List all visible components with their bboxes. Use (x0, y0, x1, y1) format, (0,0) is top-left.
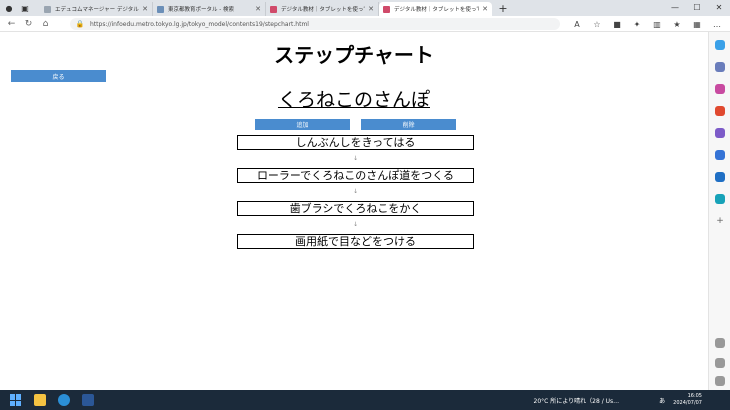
clock-time: 16:05 (687, 393, 702, 399)
clock-date: 2024/07/07 (673, 400, 702, 406)
close-tab-icon[interactable]: ✕ (255, 5, 261, 13)
tab-title: エデュコムマネージャー デジタル… (55, 7, 140, 13)
add-button[interactable]: 追加 (255, 119, 350, 130)
search-icon[interactable] (715, 62, 725, 72)
close-tab-icon[interactable]: ✕ (368, 5, 374, 13)
split-screen-icon[interactable]: ▥ (652, 18, 662, 30)
window-controls: — ☐ ✕ (664, 0, 730, 16)
browser-tab-active[interactable]: デジタル教材｜タブレットを使って… ✕ (379, 2, 492, 16)
shopping-icon[interactable] (715, 84, 725, 94)
drop-icon[interactable] (715, 194, 725, 204)
minimize-button[interactable]: — (664, 0, 686, 16)
browser-tab[interactable]: エデュコムマネージャー デジタル… ✕ (40, 2, 153, 16)
sidebar-panel-icon[interactable] (715, 338, 725, 348)
read-aloud-icon[interactable]: A (572, 18, 582, 30)
clock[interactable]: 16:05 2024/07/07 (673, 393, 702, 407)
url-text: https://infoedu.metro.tokyo.lg.jp/tokyo_… (90, 20, 309, 28)
file-explorer-icon[interactable] (34, 394, 46, 406)
system-tray: 20°C 所により晴れ（28 / Us… あ 16:05 2024/07/07 (534, 390, 730, 410)
step-arrow-icon: ↓ (352, 188, 359, 195)
edge-taskbar-icon[interactable] (58, 394, 70, 406)
settings-gear-icon[interactable] (715, 376, 725, 386)
tab-favicon-icon (157, 5, 164, 13)
customize-icon[interactable] (715, 358, 725, 368)
ime-indicator[interactable]: あ (659, 396, 665, 405)
browser-tab[interactable]: デジタル教材｜タブレットを使って… ✕ (266, 2, 379, 16)
tab-strip-left: ● ▣ (0, 3, 40, 13)
favorite-star-icon[interactable]: ☆ (592, 18, 602, 30)
word-icon[interactable] (82, 394, 94, 406)
step-box[interactable]: 歯ブラシでくろねこをかく (237, 201, 474, 216)
address-bar: ← ↻ ⌂ 🔒 https://infoedu.metro.tokyo.lg.j… (0, 16, 730, 32)
outlook-icon[interactable] (715, 172, 725, 182)
step-chart: しんぶんしをきってはる ↓ ローラーでくろねこのさんぽ道をつくる ↓ 歯ブラシで… (237, 135, 474, 249)
step-arrow-icon: ↓ (352, 221, 359, 228)
workspaces-icon[interactable]: ▣ (20, 3, 30, 13)
step-box[interactable]: ローラーでくろねこのさんぽ道をつくる (237, 168, 474, 183)
back-icon[interactable]: ← (6, 18, 17, 29)
close-tab-icon[interactable]: ✕ (142, 5, 148, 13)
web-page: ステップチャート 戻る くろねこのさんぽ 追加 削除 しんぶんしをきってはる ↓… (0, 33, 708, 390)
lock-icon[interactable]: 🔒 (76, 19, 85, 30)
browser-tab[interactable]: 東京都教育ポータル - 検索 ✕ (153, 2, 266, 16)
extensions-puzzle-icon[interactable]: ✦ (632, 18, 642, 30)
tab-favicon-icon (383, 5, 390, 13)
delete-button[interactable]: 削除 (361, 119, 456, 130)
tab-title: デジタル教材｜タブレットを使って… (394, 7, 480, 13)
step-box[interactable]: しんぶんしをきってはる (237, 135, 474, 150)
chart-subtitle: くろねこのさんぽ (0, 85, 708, 112)
refresh-icon[interactable]: ↻ (23, 18, 34, 29)
tab-favicon-icon (44, 5, 51, 13)
edge-sidebar: + (708, 32, 730, 390)
games-icon[interactable] (715, 150, 725, 160)
copilot-icon[interactable] (715, 40, 725, 50)
tools-icon[interactable] (715, 106, 725, 116)
taskbar: 20°C 所により晴れ（28 / Us… あ 16:05 2024/07/07 (0, 390, 730, 410)
back-button[interactable]: 戻る (11, 70, 106, 82)
profile-icon[interactable]: ● (4, 3, 14, 13)
new-tab-button[interactable]: + (496, 2, 510, 15)
profile-app-icon[interactable] (715, 128, 725, 138)
tab-title: 東京都教育ポータル - 検索 (168, 7, 234, 13)
windows-start-icon[interactable] (10, 394, 22, 406)
step-arrow-icon: ↓ (352, 155, 359, 162)
url-field[interactable]: 🔒 https://infoedu.metro.tokyo.lg.jp/toky… (70, 18, 560, 30)
close-window-button[interactable]: ✕ (708, 0, 730, 16)
subtitle-text: くろねこのさんぽ (277, 89, 430, 111)
tab-title: デジタル教材｜タブレットを使って… (281, 7, 366, 13)
step-box[interactable]: 画用紙で目などをつける (237, 234, 474, 249)
more-icon[interactable]: … (712, 18, 722, 30)
maximize-button[interactable]: ☐ (686, 0, 708, 16)
collections-icon[interactable]: ▦ (692, 18, 702, 30)
page-title: ステップチャート (274, 43, 434, 67)
home-icon[interactable]: ⌂ (40, 18, 51, 29)
favorites-icon[interactable]: ★ (672, 18, 682, 30)
tab-strip: ● ▣ エデュコムマネージャー デジタル… ✕ 東京都教育ポータル - 検索 ✕… (0, 0, 730, 16)
extension-icon[interactable]: ■ (612, 18, 622, 30)
add-app-icon[interactable]: + (715, 216, 725, 226)
toolbar-right: A ☆ ■ ✦ ▥ ★ ▦ … (572, 18, 722, 30)
tab-favicon-icon (270, 5, 277, 13)
weather-widget[interactable]: 20°C 所により晴れ（28 / Us… (534, 396, 620, 405)
close-tab-icon[interactable]: ✕ (482, 5, 488, 13)
